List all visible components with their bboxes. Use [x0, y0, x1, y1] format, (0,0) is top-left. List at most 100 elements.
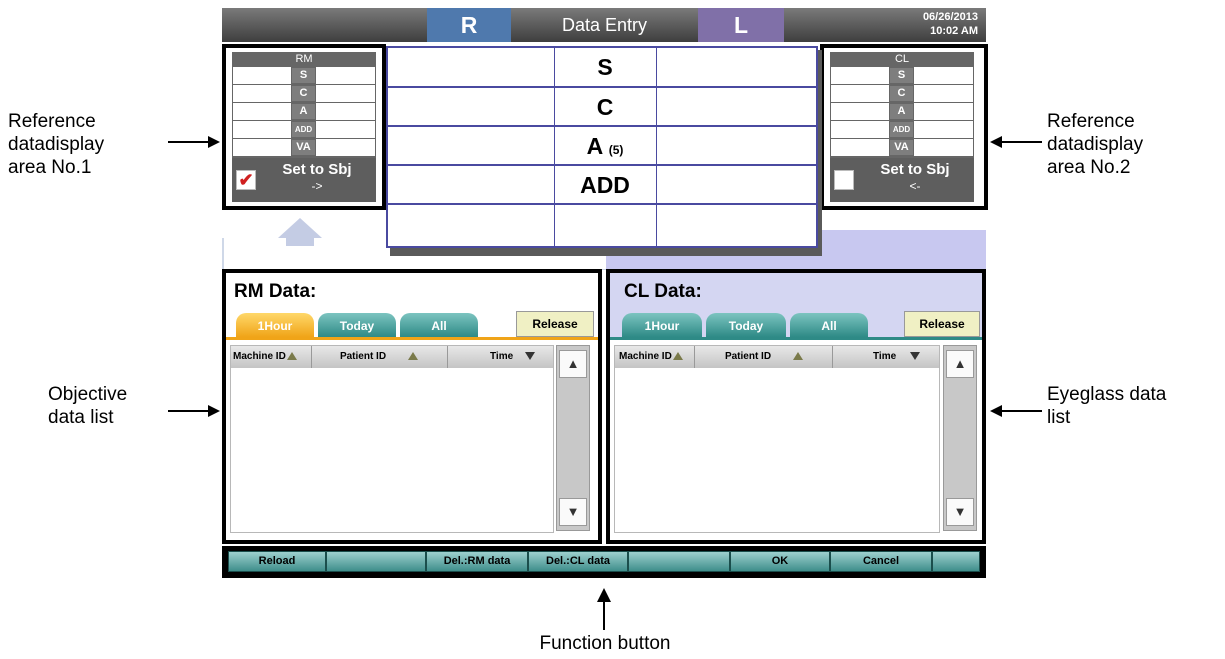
reference-heading: CL [894, 53, 910, 65]
scroll-down-button[interactable]: ▼ [559, 498, 587, 526]
reference-heading: RM [295, 53, 313, 65]
callout-text: datadisplay [8, 133, 168, 156]
reference-row-a: A [232, 103, 376, 120]
grid-divider [388, 203, 816, 205]
grid-row-label-c: C [596, 94, 614, 120]
cl-tab-today[interactable]: Today [706, 313, 786, 337]
reference-row-add: ADD [232, 121, 376, 138]
col-machine-id[interactable]: Machine ID [231, 346, 312, 368]
row-label: S [292, 68, 315, 83]
col-patient-id[interactable]: Patient ID [696, 346, 833, 368]
set-to-sbj-button-cl[interactable]: Set to Sbj <- [830, 158, 974, 202]
data-entry-screen: R Data Entry L 06/26/2013 10:02 AM RM S … [222, 8, 988, 583]
col-machine-id[interactable]: Machine ID [615, 346, 695, 368]
value-cell [316, 121, 375, 138]
rm-data-list[interactable]: Machine ID Patient ID Time [230, 345, 554, 533]
sort-asc-icon [408, 352, 419, 361]
scroll-down-button[interactable]: ▼ [946, 498, 974, 526]
callout-word: data [8, 134, 45, 155]
cl-tab-all[interactable]: All [790, 313, 868, 337]
value-cell [233, 121, 291, 138]
grid-divider [388, 86, 816, 88]
ok-button[interactable]: OK [730, 551, 830, 572]
reference-area-rm: RM S C A ADD VA ✔ Set to Sbj -> [222, 44, 386, 210]
grid-row-label-add: ADD [580, 172, 630, 198]
function-button-blank[interactable] [628, 551, 730, 572]
col-label: Patient ID [339, 351, 387, 362]
set-to-sbj-checkbox-rm[interactable]: ✔ [236, 170, 256, 190]
scroll-up-button[interactable]: ▲ [559, 350, 587, 378]
reference-area-cl: CL S C A ADD VA Set to Sbj <- [820, 44, 988, 210]
set-to-sbj-checkbox-cl[interactable] [834, 170, 854, 190]
cl-list-header: Machine ID Patient ID Time [615, 346, 939, 368]
col-label: Patient ID [724, 351, 772, 362]
reference-row-va: VA [830, 139, 974, 156]
value-cell [316, 67, 375, 84]
cl-tab-1hour[interactable]: 1Hour [622, 313, 702, 337]
rm-release-button[interactable]: Release [516, 311, 594, 337]
value-cell [914, 121, 973, 138]
set-to-sbj-label: Set to Sbj [880, 161, 950, 178]
reference-row-add: ADD [830, 121, 974, 138]
rm-list-scrollbar[interactable]: ▲ ▼ [556, 345, 590, 531]
col-time[interactable]: Time [833, 346, 939, 368]
row-label: ADD [292, 122, 315, 137]
callout-function-button: Function button [539, 633, 671, 654]
value-cell [233, 139, 291, 156]
function-button-bar: Reload Del.:RM data Del.:CL data OK Canc… [222, 546, 986, 578]
col-patient-id[interactable]: Patient ID [311, 346, 448, 368]
cl-release-button[interactable]: Release [904, 311, 980, 337]
rm-tab-today[interactable]: Today [318, 313, 396, 337]
grid-divider [656, 48, 657, 246]
grid-divider [388, 164, 816, 166]
reference-table-rm: RM S C A ADD VA ✔ Set to Sbj -> [232, 52, 376, 202]
delete-rm-data-button[interactable]: Del.:RM data [426, 551, 528, 572]
callout-reference-area-2: Reference datadisplay area No.2 [1047, 110, 1211, 179]
cancel-button[interactable]: Cancel [830, 551, 932, 572]
row-label: ADD [890, 122, 913, 137]
cl-list-scrollbar[interactable]: ▲ ▼ [943, 345, 977, 531]
cl-list-top-rule [610, 337, 982, 340]
rm-list-top-rule [226, 337, 598, 340]
callout-text: list [1047, 407, 1071, 428]
row-label: C [292, 86, 315, 101]
cl-data-list[interactable]: Machine ID Patient ID Time [614, 345, 940, 533]
callout-arrow [168, 410, 210, 412]
left-eye-indicator: L [698, 8, 784, 42]
col-time[interactable]: Time [448, 346, 553, 368]
reference-row-s: S [232, 67, 376, 84]
reload-button[interactable]: Reload [228, 551, 326, 572]
right-eye-indicator: R [427, 8, 511, 42]
value-cell [831, 67, 889, 84]
reference-row-a: A [830, 103, 974, 120]
datetime-display: 06/26/2013 10:02 AM [923, 10, 978, 38]
value-cell [233, 103, 291, 120]
callout-arrow [1000, 410, 1042, 412]
set-to-sbj-button-rm[interactable]: ✔ Set to Sbj -> [232, 158, 376, 202]
value-cell [914, 103, 973, 120]
function-button-blank[interactable] [326, 551, 426, 572]
value-cell [914, 139, 973, 156]
delete-cl-data-button[interactable]: Del.:CL data [528, 551, 628, 572]
scroll-up-button[interactable]: ▲ [946, 350, 974, 378]
grid-divider [388, 125, 816, 127]
rm-tab-all[interactable]: All [400, 313, 478, 337]
reference-table-cl: CL S C A ADD VA Set to Sbj <- [830, 52, 974, 202]
reference-row-c: C [830, 85, 974, 102]
rm-tab-1hour[interactable]: 1Hour [236, 313, 314, 337]
callout-word: data [1047, 134, 1084, 155]
function-button-blank[interactable] [932, 551, 980, 572]
data-entry-grid: S C A (5) ADD [386, 46, 818, 248]
rm-list-header: Machine ID Patient ID Time [231, 346, 553, 368]
sort-desc-icon [525, 352, 536, 361]
value-cell [831, 139, 889, 156]
rm-data-panel: RM Data: 1Hour Today All Release Machine… [222, 269, 602, 544]
reference-row-c: C [232, 85, 376, 102]
col-label: Machine ID [619, 351, 672, 362]
row-label: S [890, 68, 913, 83]
callout-arrow [168, 141, 210, 143]
value-cell [316, 139, 375, 156]
value-cell [831, 103, 889, 120]
callout-arrowhead [990, 136, 1002, 148]
left-arrow-icon: <- [909, 179, 921, 193]
